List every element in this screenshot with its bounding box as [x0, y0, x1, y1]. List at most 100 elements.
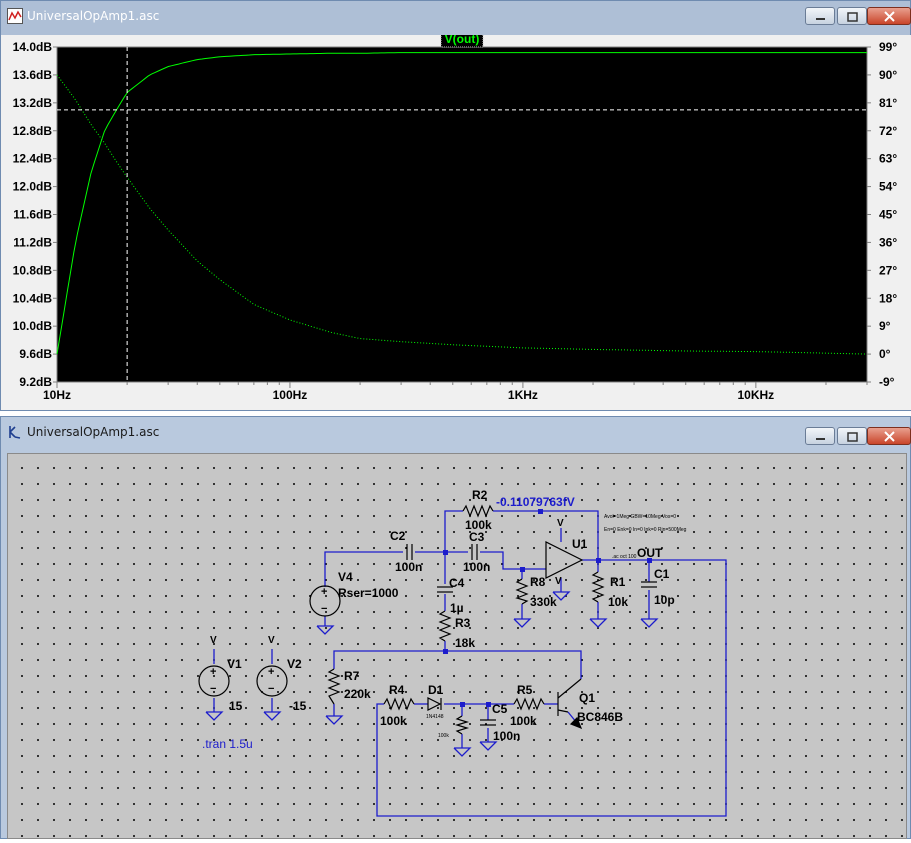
c4-value[interactable]: 1µ — [450, 601, 464, 615]
v1-value[interactable]: 15 — [229, 699, 243, 713]
r7-value[interactable]: 220k — [344, 687, 371, 701]
y2-tick-label: 27° — [879, 263, 897, 277]
u1-label[interactable]: U1 — [572, 537, 588, 551]
y-tick-label: 12.4dB — [13, 152, 53, 166]
close-icon — [884, 11, 895, 22]
c3-label[interactable]: C3 — [469, 530, 485, 544]
r3-label[interactable]: R3 — [455, 616, 471, 630]
q1-label[interactable]: Q1 — [579, 691, 595, 705]
r1-value[interactable]: 10k — [608, 595, 628, 609]
r8-value[interactable]: 330k — [530, 595, 557, 609]
schematic-window-title: UniversalOpAmp1.asc — [27, 425, 160, 439]
c4-label[interactable]: C4 — [449, 576, 465, 590]
r4-label[interactable]: R4 — [389, 683, 405, 697]
plot-window: UniversalOpAmp1.asc 14.0dB 13.6dB 13.2dB 12… — [0, 0, 911, 411]
sch-minimize-button[interactable] — [805, 427, 835, 445]
v2-net-label: V — [268, 635, 275, 646]
d1-label[interactable]: D1 — [428, 683, 444, 697]
close-button[interactable] — [867, 7, 911, 25]
c1-label[interactable]: C1 — [654, 567, 670, 581]
tran-directive[interactable]: .tran 1.5u — [202, 737, 253, 751]
y2-tick-label: 18° — [879, 291, 897, 305]
q1-value[interactable]: BC846B — [577, 710, 623, 724]
plot-window-title: UniversalOpAmp1.asc — [27, 9, 160, 23]
y2-tick-label: 99° — [879, 40, 897, 54]
svg-text:−: − — [321, 603, 327, 615]
svg-text:−: − — [210, 683, 216, 695]
r2-resistor — [462, 504, 494, 518]
x-tick-label: 10Hz — [43, 388, 71, 402]
probe-value: -0.11079763fV — [496, 495, 575, 509]
c5-label[interactable]: C5 — [492, 702, 508, 716]
restore-button[interactable] — [837, 7, 867, 25]
y2-tick-label: 81° — [879, 96, 897, 110]
y-tick-label: 11.2dB — [13, 235, 52, 249]
r8-label[interactable]: R8 — [530, 575, 546, 589]
y-tick-label: 10.0dB — [13, 319, 53, 333]
r7-label[interactable]: R7 — [344, 669, 360, 683]
plot-title-bar[interactable]: UniversalOpAmp1.asc — [1, 1, 911, 33]
trace-label[interactable]: V(out) — [445, 32, 480, 46]
v1-label[interactable]: V1 — [227, 657, 242, 671]
d1-model[interactable]: 1N4148 — [426, 714, 444, 720]
x-tick-label: 10KHz — [738, 388, 775, 402]
out-net-label[interactable]: OUT — [637, 546, 663, 560]
pot-value[interactable]: 100k — [438, 733, 449, 739]
restore-icon — [847, 432, 858, 442]
y-tick-label: 9.6dB — [19, 347, 52, 361]
svg-text:+: + — [268, 666, 274, 678]
schematic-canvas[interactable]: + − + − + − R2 100k -0.11079763fV Avol=1… — [7, 453, 907, 839]
sch-close-button[interactable] — [867, 427, 911, 445]
minimize-icon — [816, 438, 825, 440]
r4-value[interactable]: 100k — [380, 714, 407, 728]
x-tick-label: 100Hz — [273, 388, 308, 402]
schematic-title-bar[interactable]: UniversalOpAmp1.asc — [1, 417, 911, 449]
restore-icon — [847, 12, 858, 22]
bode-plot-chart[interactable]: 14.0dB 13.6dB 13.2dB 12.8dB 12.4dB 12.0dB 11.6… — [1, 32, 911, 410]
y2-tick-label: 45° — [879, 208, 897, 222]
plot-area[interactable]: 14.0dB 13.6dB 13.2dB 12.8dB 12.4dB 12.0dB 11.6… — [1, 32, 911, 410]
r3-value[interactable]: 18k — [455, 636, 475, 650]
v4-value[interactable]: Rser=1000 — [338, 586, 399, 600]
svg-text:+: + — [321, 586, 327, 598]
c2-value[interactable]: 100n — [395, 560, 422, 574]
y-tick-label: 10.4dB — [13, 291, 53, 305]
r1-label[interactable]: R1 — [610, 575, 626, 589]
u1-vminus-label: V — [555, 576, 562, 587]
y-tick-label: 12.0dB — [13, 180, 53, 194]
svg-text:+: + — [210, 666, 216, 678]
c3-value[interactable]: 100n — [463, 560, 490, 574]
r5-value[interactable]: 100k — [510, 714, 537, 728]
opamp-param1[interactable]: Avol=1Meg GBW=10Meg Vos=0 — [604, 514, 676, 520]
v1-net-label: V — [210, 635, 217, 646]
v2-label[interactable]: V2 — [287, 657, 302, 671]
y2-tick-label: 9° — [879, 319, 891, 333]
y2-tick-label: 36° — [879, 235, 897, 249]
waveform-icon — [7, 8, 23, 24]
y-tick-label: 12.8dB — [13, 124, 53, 138]
y-tick-label: 13.6dB — [13, 68, 53, 82]
schematic-window: UniversalOpAmp1.asc + − + − + − R2 100k … — [0, 416, 911, 839]
v4-label[interactable]: V4 — [338, 570, 353, 584]
c5-value[interactable]: 100n — [493, 729, 520, 743]
ac-directive[interactable]: .ac oct 100 — [612, 554, 637, 560]
y-tick-label: 11.6dB — [13, 208, 52, 222]
minimize-button[interactable] — [805, 7, 835, 25]
r2-label[interactable]: R2 — [472, 488, 488, 502]
sch-restore-button[interactable] — [837, 427, 867, 445]
schematic-icon — [9, 426, 21, 439]
u1-vplus-label: V — [557, 518, 564, 529]
y2-tick-label: 0° — [879, 347, 891, 361]
y-tick-label: 13.2dB — [13, 96, 53, 110]
c1-value[interactable]: 10p — [654, 593, 675, 607]
y-tick-label: 9.2dB — [19, 375, 52, 389]
opamp-param2[interactable]: En=0 Enk=0 In=0 Ink=0 Rin=500Meg — [604, 527, 687, 533]
y2-tick-label: 72° — [879, 124, 897, 138]
v2-value[interactable]: -15 — [289, 699, 307, 713]
schematic-drawing[interactable]: + − + − + − R2 100k -0.11079763fV Avol=1… — [8, 454, 906, 838]
y-tick-label: 10.8dB — [13, 263, 53, 277]
plot-pane[interactable] — [56, 46, 868, 383]
r5-label[interactable]: R5 — [517, 683, 533, 697]
c2-label[interactable]: C2 — [390, 529, 406, 543]
y-tick-label: 14.0dB — [13, 40, 53, 54]
